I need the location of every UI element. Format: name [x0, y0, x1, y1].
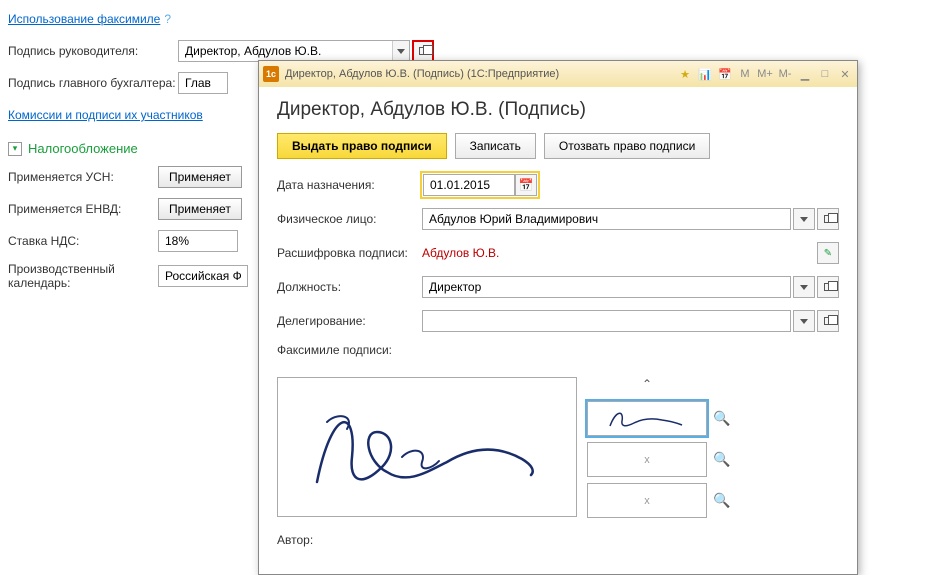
close-icon[interactable]: ✕	[837, 66, 853, 82]
tax-section-label: Налогообложение	[28, 141, 138, 156]
dialog-titlebar[interactable]: 1c Директор, Абдулов Ю.В. (Подпись) (1С:…	[259, 61, 857, 87]
signature-preview	[277, 377, 577, 517]
sign-accountant-field[interactable]	[179, 73, 227, 93]
open-dialog-icon	[824, 215, 832, 223]
mem-m-icon[interactable]: M	[737, 66, 753, 82]
position-open-button[interactable]	[817, 276, 839, 298]
date-calendar-button[interactable]: 📅	[515, 174, 537, 196]
date-label: Дата назначения:	[277, 178, 422, 192]
commissions-link[interactable]: Комиссии и подписи их участников	[8, 108, 203, 122]
delegation-field[interactable]	[423, 314, 790, 328]
sign-accountant-input[interactable]	[178, 72, 228, 94]
issue-right-button[interactable]: Выдать право подписи	[277, 133, 447, 159]
decode-edit-button[interactable]: ✎	[817, 242, 839, 264]
open-dialog-icon	[824, 317, 832, 325]
delegation-open-button[interactable]	[817, 310, 839, 332]
date-input[interactable]	[423, 174, 515, 196]
open-dialog-icon	[824, 283, 832, 291]
app-1c-icon: 1c	[263, 66, 279, 82]
person-field[interactable]	[423, 212, 790, 226]
facsimile-link[interactable]: Использование факсимиле	[8, 12, 160, 26]
signature-dialog: 1c Директор, Абдулов Ю.В. (Подпись) (1С:…	[258, 60, 858, 575]
mem-mminus-icon[interactable]: M-	[777, 66, 793, 82]
calendar-icon[interactable]: 📅	[717, 66, 733, 82]
person-dropdown[interactable]	[793, 208, 815, 230]
calc-icon[interactable]: 📊	[697, 66, 713, 82]
delegation-dropdown[interactable]	[793, 310, 815, 332]
sign-accountant-label: Подпись главного бухгалтера:	[8, 76, 178, 90]
usn-button[interactable]: Применяет	[158, 166, 242, 188]
sign-manager-label: Подпись руководителя:	[8, 44, 178, 58]
facsimile-label: Факсимиле подписи:	[277, 343, 422, 357]
signature-image	[287, 387, 567, 507]
decode-value: Абдулов Ю.В.	[422, 246, 815, 260]
sig-thumb-2-x: x	[644, 454, 650, 466]
save-button[interactable]: Записать	[455, 133, 536, 159]
sig-thumb-1[interactable]	[587, 401, 707, 436]
calendar-input[interactable]	[158, 265, 248, 287]
dialog-title-text: Директор, Абдулов Ю.В. (Подпись) (1С:Пре…	[285, 68, 559, 80]
date-field[interactable]	[424, 178, 514, 192]
sign-manager-dropdown[interactable]	[392, 41, 409, 61]
sign-manager-input[interactable]	[178, 40, 410, 62]
vat-field[interactable]	[159, 231, 237, 251]
sig-thumb-3-x: x	[644, 495, 650, 507]
delegation-input[interactable]	[422, 310, 791, 332]
position-label: Должность:	[277, 280, 422, 294]
usn-label: Применяется УСН:	[8, 170, 158, 184]
signature-thumb-image	[602, 406, 692, 431]
position-field[interactable]	[423, 280, 790, 294]
sig-thumb-2[interactable]: x	[587, 442, 707, 477]
envd-button[interactable]: Применяет	[158, 198, 242, 220]
sign-manager-open-button[interactable]	[412, 40, 434, 62]
decode-label: Расшифровка подписи:	[277, 246, 422, 260]
person-input[interactable]	[422, 208, 791, 230]
author-label: Автор:	[277, 533, 337, 547]
open-dialog-icon	[419, 47, 427, 55]
person-label: Физическое лицо:	[277, 212, 422, 226]
pencil-icon: ✎	[824, 248, 832, 259]
favorite-icon[interactable]: ★	[677, 66, 693, 82]
date-field-highlight: 📅	[422, 173, 538, 197]
revoke-right-button[interactable]: Отозвать право подписи	[544, 133, 710, 159]
vat-label: Ставка НДС:	[8, 234, 158, 248]
dialog-heading: Директор, Абдулов Ю.В. (Подпись)	[277, 99, 839, 121]
calendar-field[interactable]	[159, 266, 247, 286]
calendar-label: Производственный календарь:	[8, 262, 158, 290]
position-input[interactable]	[422, 276, 791, 298]
help-icon[interactable]: ?	[164, 12, 171, 26]
envd-label: Применяется ЕНВД:	[8, 202, 158, 216]
section-toggle-icon[interactable]: ▾	[8, 142, 22, 156]
sig-thumb-3[interactable]: x	[587, 483, 707, 518]
vat-input[interactable]	[158, 230, 238, 252]
maximize-icon[interactable]: □	[817, 66, 833, 82]
sig-zoom-2[interactable]: 🔍	[713, 451, 730, 468]
position-dropdown[interactable]	[793, 276, 815, 298]
sign-manager-field[interactable]	[179, 41, 392, 61]
sig-scroll-up[interactable]: ⌃	[587, 377, 707, 391]
sig-zoom-1[interactable]: 🔍	[713, 410, 730, 427]
delegation-label: Делегирование:	[277, 314, 422, 328]
person-open-button[interactable]	[817, 208, 839, 230]
facsimile-link-row: Использование факсимиле ?	[8, 8, 942, 30]
mem-mplus-icon[interactable]: M+	[757, 66, 773, 82]
minimize-icon[interactable]: ▁	[797, 66, 813, 82]
sig-zoom-3[interactable]: 🔍	[713, 492, 730, 509]
